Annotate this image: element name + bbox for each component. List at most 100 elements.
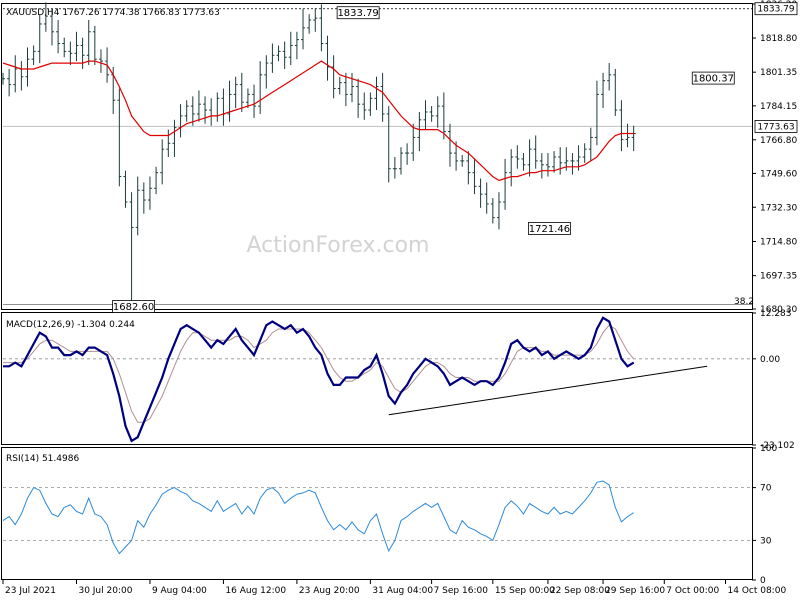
- macd-lines: [3, 316, 752, 443]
- price-candles: [1, 2, 636, 305]
- candle: [325, 35, 330, 81]
- macd-line: [3, 316, 635, 443]
- price-tag-top: 1833.79: [754, 2, 798, 16]
- y-tick-label: 1784.15: [760, 102, 797, 112]
- candle: [239, 72, 244, 112]
- candle: [141, 182, 146, 214]
- svg-text:1833.79: 1833.79: [337, 8, 378, 19]
- candle: [496, 192, 501, 230]
- candle: [294, 31, 299, 60]
- candle: [56, 20, 61, 54]
- watermark: ActionForex.com: [247, 233, 430, 258]
- x-tick-label: 7 Oct 00:00: [666, 586, 719, 596]
- candle: [570, 153, 575, 175]
- macd-y-axis: 12.2830.00-23.102: [752, 309, 795, 451]
- candle: [147, 176, 152, 210]
- candle: [129, 192, 134, 305]
- candle: [31, 45, 36, 66]
- price-header: XAUUSD,H4 1767.26 1774.38 1766.83 1773.6…: [6, 8, 220, 18]
- svg-text:1833.79: 1833.79: [757, 5, 794, 15]
- candle: [215, 92, 220, 122]
- candle: [392, 156, 397, 179]
- price-annotations: 1833.79 1800.37 1721.46 1682.60: [112, 6, 735, 313]
- xauusd-chart: ActionForex.com XAUUSD,H4 1767.26 1774.3…: [1, 0, 797, 596]
- candle: [301, 8, 306, 50]
- candle: [350, 72, 355, 103]
- x-tick-label: 30 Jul 20:00: [78, 586, 132, 596]
- candle: [478, 178, 483, 208]
- candle: [80, 37, 85, 69]
- y-tick-label: 0.00: [760, 355, 780, 365]
- candle: [276, 45, 281, 62]
- y-tick-label: 1697.35: [760, 272, 797, 282]
- candle: [166, 129, 171, 157]
- candle: [368, 92, 373, 116]
- candle: [62, 37, 67, 58]
- candle: [227, 80, 232, 122]
- candle: [619, 100, 624, 152]
- candle: [466, 151, 471, 185]
- candle: [74, 31, 79, 62]
- candle: [447, 123, 452, 167]
- candle: [386, 106, 391, 183]
- candle: [521, 153, 526, 171]
- candle: [98, 49, 103, 73]
- x-tick-label: 15 Sep 00:00: [495, 586, 555, 596]
- x-tick-label: 9 Aug 04:00: [152, 586, 207, 596]
- candle: [625, 123, 630, 148]
- candle: [411, 123, 416, 161]
- macd-signal-line: [3, 324, 635, 423]
- candle: [307, 14, 312, 34]
- price-moving-average: [2, 60, 634, 182]
- price-y-axis: 1836.201818.801801.351784.151766.801749.…: [752, 0, 797, 315]
- x-tick-label: 31 Aug 04:00: [372, 586, 433, 596]
- candle: [515, 145, 520, 169]
- candle: [319, 4, 324, 52]
- candle: [282, 41, 287, 69]
- price-annotation: 1833.79: [336, 6, 380, 19]
- y-tick-label: 70: [760, 484, 772, 494]
- price-annotation: 1721.46: [528, 222, 571, 235]
- y-tick-label: 1714.80: [760, 238, 797, 248]
- y-tick-label: 100: [760, 444, 777, 454]
- candle: [356, 78, 361, 118]
- candle: [25, 47, 30, 87]
- rsi-header: RSI(14) 51.4986: [6, 454, 79, 464]
- candle: [398, 147, 403, 175]
- y-tick-label: 1766.80: [760, 136, 797, 146]
- candle: [545, 153, 550, 177]
- candle: [154, 166, 159, 195]
- candle: [13, 55, 18, 93]
- ma-line: [2, 60, 634, 182]
- candle: [362, 92, 367, 120]
- candle: [135, 176, 140, 236]
- candle: [209, 98, 214, 126]
- rsi-lines: [2, 480, 752, 555]
- candle: [490, 198, 495, 224]
- y-tick-label: 30: [760, 536, 772, 546]
- x-tick-label: 16 Aug 12:00: [225, 586, 286, 596]
- x-tick-label: 23 Jul 2021: [5, 586, 56, 596]
- candle: [203, 96, 208, 124]
- x-tick-label: 23 Aug 20:00: [299, 586, 360, 596]
- candle: [117, 88, 122, 187]
- candle: [86, 20, 91, 66]
- candle: [423, 100, 428, 130]
- candle: [160, 139, 165, 185]
- candle: [380, 72, 385, 122]
- candle: [196, 90, 201, 122]
- candle: [337, 76, 342, 95]
- candle: [601, 72, 606, 109]
- candle: [221, 88, 226, 126]
- candle: [527, 139, 532, 177]
- macd-trendline: [388, 365, 708, 416]
- candle: [503, 158, 508, 210]
- price-gridlines: [3, 8, 752, 306]
- rsi-y-axis: 100 70 30 0: [752, 444, 777, 586]
- y-tick-label: 1801.35: [760, 68, 797, 78]
- candle: [264, 55, 269, 89]
- candle: [588, 127, 593, 161]
- y-tick-label: 12.283: [760, 309, 792, 319]
- svg-text:1773.63: 1773.63: [757, 122, 794, 132]
- candle: [313, 8, 318, 32]
